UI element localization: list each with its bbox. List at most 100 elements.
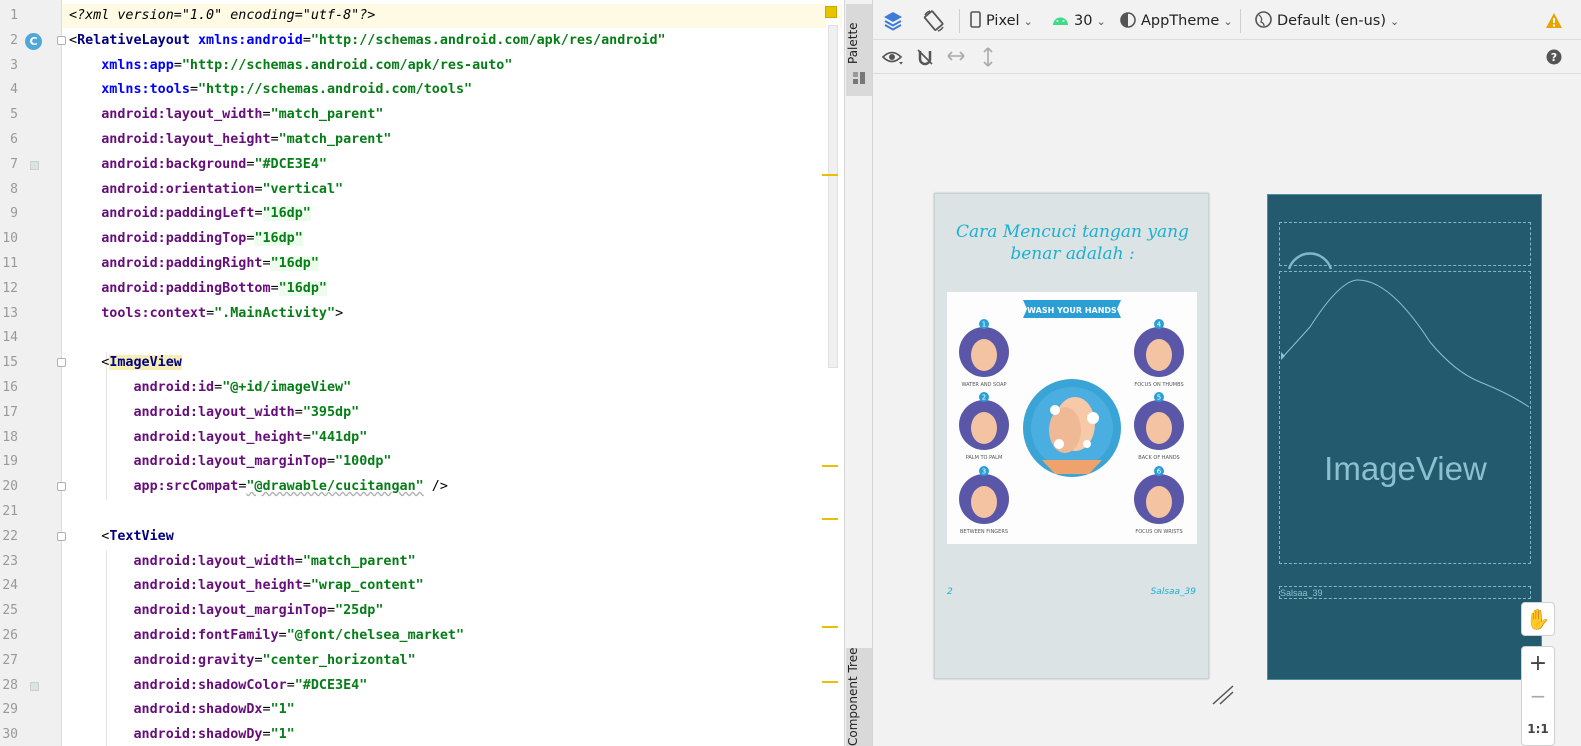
horizontal-arrows-icon[interactable]: [947, 49, 965, 63]
code-text[interactable]: <TextView: [69, 525, 174, 549]
code-text[interactable]: android:layout_marginTop="25dp": [69, 599, 384, 623]
code-line[interactable]: 9 android:paddingLeft="16dp": [0, 202, 840, 226]
code-text[interactable]: android:layout_width="395dp": [69, 401, 360, 425]
theme-selector[interactable]: AppTheme ⌄: [1120, 10, 1233, 32]
design-preview[interactable]: Cara Mencuci tangan yang benar adalah : …: [934, 193, 1209, 679]
fold-toggle-icon[interactable]: [57, 531, 66, 541]
zoom-actual-size-button[interactable]: 1:1: [1522, 715, 1554, 743]
code-text[interactable]: android:paddingLeft="16dp": [69, 202, 311, 226]
code-line[interactable]: 14: [0, 326, 840, 350]
warning-stripe[interactable]: [822, 174, 838, 176]
locale-selector[interactable]: Default (en-us) ⌄: [1255, 10, 1399, 32]
code-line[interactable]: 22 <TextView: [0, 525, 840, 549]
code-line[interactable]: 10 android:paddingTop="16dp": [0, 227, 840, 251]
tab-palette[interactable]: Palette: [846, 4, 872, 96]
code-line[interactable]: 13 tools:context=".MainActivity">: [0, 302, 840, 326]
zoom-in-button[interactable]: +: [1522, 649, 1554, 681]
inspection-warning-icon[interactable]: [825, 6, 837, 18]
code-text[interactable]: xmlns:app="http://schemas.android.com/ap…: [69, 54, 512, 78]
code-line[interactable]: 5 android:layout_width="match_parent": [0, 103, 840, 127]
code-editor[interactable]: 1 <?xml version="1.0" encoding="utf-8"?> 2…: [0, 0, 844, 746]
code-line[interactable]: 21: [0, 500, 840, 524]
code-text[interactable]: android:layout_width="match_parent": [69, 103, 383, 127]
preview-imageview[interactable]: WASH YOUR HANDS 1 WATER AND SOAP 2 PALM TO …: [947, 292, 1197, 544]
code-text[interactable]: android:background="#DCE3E4": [69, 153, 327, 177]
fold-toggle-icon[interactable]: [57, 358, 66, 368]
tab-component-tree[interactable]: Component Tree: [846, 648, 872, 746]
code-line[interactable]: 7 android:background="#DCE3E4": [0, 153, 840, 177]
code-line[interactable]: 8 android:orientation="vertical": [0, 178, 840, 202]
code-text[interactable]: android:layout_height="match_parent": [69, 128, 391, 152]
code-text[interactable]: <ImageView: [69, 351, 182, 375]
class-gutter-icon[interactable]: C: [25, 32, 42, 50]
fold-toggle-icon[interactable]: [57, 482, 66, 492]
code-line[interactable]: 18 android:layout_height="441dp": [0, 426, 840, 450]
magnet-icon[interactable]: [916, 48, 934, 66]
pan-button[interactable]: ✋: [1521, 602, 1555, 636]
code-text[interactable]: android:shadowColor="#DCE3E4": [69, 674, 368, 698]
code-line[interactable]: 4 xmlns:tools="http://schemas.android.co…: [0, 78, 840, 102]
code-text[interactable]: android:shadowDy="1": [69, 723, 295, 746]
code-text[interactable]: android:id="@+id/imageView": [69, 376, 352, 400]
warning-stripe[interactable]: [822, 626, 838, 628]
code-line[interactable]: 27 android:gravity="center_horizontal": [0, 649, 840, 673]
zoom-out-button[interactable]: −: [1522, 681, 1554, 713]
code-line[interactable]: 6 android:layout_height="match_parent": [0, 128, 840, 152]
help-icon[interactable]: ?: [1546, 49, 1562, 65]
code-line[interactable]: 2 <RelativeLayout xmlns:android="http://s…: [0, 29, 840, 53]
code-line[interactable]: 24 android:layout_height="wrap_content": [0, 574, 840, 598]
color-swatch-icon[interactable]: [30, 681, 39, 691]
code-text[interactable]: xmlns:tools="http://schemas.android.com/…: [69, 78, 472, 102]
code-text[interactable]: android:shadowDx="1": [69, 698, 295, 722]
code-text[interactable]: <?xml version="1.0" encoding="utf-8"?>: [69, 4, 375, 28]
blueprint-preview[interactable]: ImageView Salsaa_39: [1267, 194, 1542, 680]
editor-scrollbar-thumb[interactable]: [828, 25, 838, 368]
code-line[interactable]: 20 app:srcCompat="@drawable/cucitangan" …: [0, 475, 840, 499]
code-text[interactable]: android:paddingRight="16dp": [69, 252, 319, 276]
warning-stripe[interactable]: [822, 681, 838, 683]
code-text[interactable]: android:paddingBottom="16dp": [69, 277, 327, 301]
code-text[interactable]: android:layout_height="441dp": [69, 426, 368, 450]
code-line[interactable]: 16 android:id="@+id/imageView": [0, 376, 840, 400]
code-text[interactable]: android:fontFamily="@font/chelsea_market…: [69, 624, 465, 648]
code-line[interactable]: 12 android:paddingBottom="16dp": [0, 277, 840, 301]
code-line[interactable]: 29 android:shadowDx="1": [0, 698, 840, 722]
code-line[interactable]: 11 android:paddingRight="16dp": [0, 252, 840, 276]
preview-footer-left[interactable]: 2: [947, 587, 953, 597]
code-text[interactable]: android:layout_width="match_parent": [69, 550, 416, 574]
code-text[interactable]: android:layout_height="wrap_content": [69, 574, 424, 598]
orientation-icon[interactable]: [922, 9, 946, 33]
warning-icon[interactable]: [1545, 12, 1563, 29]
code-line[interactable]: 3 xmlns:app="http://schemas.android.com/…: [0, 54, 840, 78]
code-line[interactable]: 28 android:shadowColor="#DCE3E4": [0, 674, 840, 698]
code-line[interactable]: 26 android:fontFamily="@font/chelsea_mar…: [0, 624, 840, 648]
fold-toggle-icon[interactable]: [57, 35, 66, 45]
code-text[interactable]: android:layout_marginTop="100dp": [69, 450, 392, 474]
code-line[interactable]: 23 android:layout_width="match_parent": [0, 550, 840, 574]
code-text[interactable]: app:srcCompat="@drawable/cucitangan" />: [69, 475, 448, 499]
code-line[interactable]: 19 android:layout_marginTop="100dp": [0, 450, 840, 474]
code-text[interactable]: android:paddingTop="16dp": [69, 227, 303, 251]
device-selector[interactable]: Pixel ⌄: [970, 10, 1033, 32]
code-text[interactable]: <RelativeLayout xmlns:android="http://sc…: [69, 29, 666, 53]
step-label: WATER AND SOAP: [961, 382, 1006, 388]
code-line[interactable]: 15 <ImageView: [0, 351, 840, 375]
layers-icon[interactable]: [882, 10, 904, 32]
warning-stripe[interactable]: [822, 465, 838, 467]
warning-stripe[interactable]: [822, 518, 838, 520]
vertical-arrows-icon[interactable]: [981, 47, 995, 67]
code-line[interactable]: 1 <?xml version="1.0" encoding="utf-8"?>: [0, 4, 840, 28]
code-text[interactable]: tools:context=".MainActivity">: [69, 302, 343, 326]
code-line[interactable]: 30 android:shadowDy="1": [0, 723, 840, 746]
code-line[interactable]: 25 android:layout_marginTop="25dp": [0, 599, 840, 623]
preview-footer-right[interactable]: Salsaa_39: [1151, 587, 1196, 597]
code-text[interactable]: android:orientation="vertical": [69, 178, 343, 202]
color-swatch-icon[interactable]: [30, 160, 39, 170]
api-selector[interactable]: 30 ⌄: [1052, 10, 1106, 32]
code-line[interactable]: 17 android:layout_width="395dp": [0, 401, 840, 425]
resize-handle-icon[interactable]: [1211, 684, 1235, 706]
code-text[interactable]: android:gravity="center_horizontal": [69, 649, 416, 673]
eye-icon[interactable]: [882, 49, 904, 65]
illustration-heading: WASH YOUR HANDS: [1027, 306, 1117, 315]
preview-title[interactable]: Cara Mencuci tangan yang benar adalah :: [935, 221, 1210, 265]
